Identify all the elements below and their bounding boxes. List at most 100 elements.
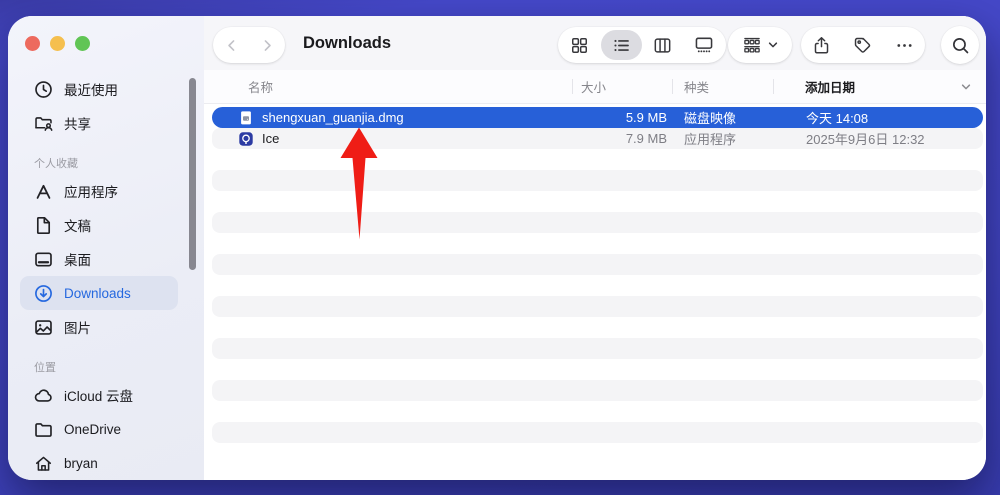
sidebar-item-label: 共享 [64,117,91,132]
empty-row [212,401,983,422]
sidebar-item-label: bryan [64,455,98,471]
share-button[interactable] [812,36,831,55]
sidebar-item-label: 最近使用 [64,83,118,98]
sidebar-item-label: 文稿 [64,219,91,234]
file-size-cell: 7.9 MB [625,131,667,146]
column-divider[interactable] [672,79,673,94]
sidebar-item-pictures[interactable]: 图片 [20,310,178,344]
window-title: Downloads [303,33,392,52]
chevron-left-icon [223,37,240,54]
group-button[interactable] [728,27,792,63]
empty-row [212,338,983,359]
desktop-icon [34,250,53,269]
sidebar-item-label: OneDrive [64,421,122,437]
sidebar-item-applications[interactable]: 应用程序 [20,174,178,208]
search-icon [951,36,970,55]
gallery-view-icon [694,35,714,55]
sidebar-nav: 最近使用 共享 个人收藏 应用程序 文稿 桌面 Downloads 图片 位置 iCloud 云盘… [8,72,204,480]
column-view-icon [653,36,672,55]
finder-window: 最近使用 共享 个人收藏 应用程序 文稿 桌面 Downloads 图片 位置 iCloud 云盘… [8,16,986,480]
column-header-name[interactable]: 名称 [248,70,273,103]
empty-row [212,275,983,296]
empty-row [212,380,983,401]
file-row[interactable]: Ice 7.9 MB 应用程序 2025年9月6日 12:32 [212,128,983,149]
cloud-icon [34,386,53,405]
folder-icon [34,420,53,439]
grid-view-icon [570,36,589,55]
sidebar-item-label: 图片 [64,321,91,336]
file-row[interactable]: shengxuan_guanjia.dmg 5.9 MB 磁盘映像 今天 14:08 [212,107,983,128]
list-view-button[interactable] [600,27,642,63]
empty-row [212,233,983,254]
column-header-date-added[interactable]: 添加日期 [805,70,855,103]
sidebar-item-label: 桌面 [64,253,91,268]
sidebar-item-documents[interactable]: 文稿 [20,208,178,242]
more-button[interactable] [895,36,914,55]
zoom-window-button[interactable] [75,36,90,51]
shared-folder-icon [34,114,53,133]
download-icon [34,284,53,303]
close-window-button[interactable] [25,36,40,51]
appstore-icon [34,182,53,201]
sidebar-item-icloud-drive[interactable]: iCloud 云盘 [20,378,178,412]
clock-icon [34,80,53,99]
action-buttons [801,27,925,63]
empty-row [212,359,983,380]
empty-row [212,212,983,233]
chevron-down-icon [767,39,779,51]
minimize-window-button[interactable] [50,36,65,51]
sidebar-section-header: 个人收藏 [34,158,78,170]
forward-button[interactable] [251,27,283,63]
file-name-cell: Ice [262,131,280,146]
document-icon [34,216,53,235]
file-kind-cell: 磁盘映像 [684,111,737,126]
list-header: 名称 大小 种类 添加日期 [204,70,986,104]
column-header-size[interactable]: 大小 [581,70,606,103]
sidebar: 最近使用 共享 个人收藏 应用程序 文稿 桌面 Downloads 图片 位置 iCloud 云盘… [8,16,204,480]
file-kind-cell: 应用程序 [684,132,737,147]
chevron-right-icon [259,37,276,54]
window-controls [25,36,90,51]
column-view-button[interactable] [643,27,682,63]
empty-row [212,317,983,338]
empty-row [212,296,983,317]
toolbar: Downloads [204,16,986,70]
ice-app-icon [238,131,254,147]
search-button[interactable] [941,26,979,64]
column-divider[interactable] [773,79,774,94]
file-size-cell: 5.9 MB [625,110,667,125]
file-date-added-cell: 今天 14:08 [806,111,869,126]
empty-row [212,254,983,275]
column-header-kind[interactable]: 种类 [684,70,709,103]
file-list: shengxuan_guanjia.dmg 5.9 MB 磁盘映像 今天 14:08 I… [204,103,986,464]
back-button[interactable] [215,27,247,63]
finder-content: Downloads 名称 大小 种类 添加日期 shengxuan_guanji… [204,16,986,480]
sidebar-item-label: iCloud 云盘 [64,389,134,404]
list-view-icon [612,36,631,55]
sidebar-item-downloads[interactable]: Downloads [20,276,178,310]
sidebar-item-desktop[interactable]: 桌面 [20,242,178,276]
gallery-view-button[interactable] [685,27,724,63]
empty-row [212,422,983,443]
dmg-file-icon [238,110,254,126]
home-icon [34,454,53,473]
sidebar-item-label: Downloads [64,285,131,301]
sort-direction-chevron-icon[interactable] [960,70,972,103]
photo-icon [34,318,53,337]
sidebar-item-home-bryan[interactable]: bryan [20,446,178,480]
empty-row [212,443,983,464]
tag-button[interactable] [853,36,872,55]
navigation-buttons [213,27,285,63]
column-divider[interactable] [572,79,573,94]
icon-view-button[interactable] [560,27,599,63]
file-date-added-cell: 2025年9月6日 12:32 [806,132,925,147]
sidebar-item-onedrive[interactable]: OneDrive [20,412,178,446]
sidebar-scrollbar[interactable] [189,78,196,270]
sidebar-item-shared[interactable]: 共享 [20,106,178,140]
empty-row [212,149,983,170]
view-switcher [558,27,726,63]
sidebar-item-label: 应用程序 [64,185,118,200]
sidebar-item-recents[interactable]: 最近使用 [20,72,178,106]
file-name-cell: shengxuan_guanjia.dmg [262,110,404,125]
empty-row [212,191,983,212]
